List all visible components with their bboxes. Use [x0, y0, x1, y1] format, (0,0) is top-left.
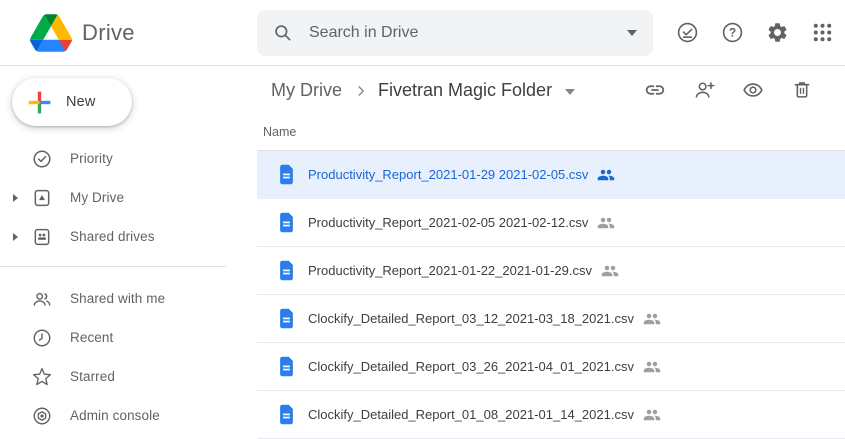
shareddrives-icon: [32, 227, 52, 247]
csv-file-icon: [278, 260, 295, 281]
recent-icon: [32, 328, 52, 348]
sidebar-item-priority[interactable]: Priority: [0, 139, 257, 178]
file-name: Clockify_Detailed_Report_03_26_2021-04_0…: [308, 359, 634, 374]
file-name: Productivity_Report_2021-02-05 2021-02-1…: [308, 215, 588, 230]
sidebar-item-starred[interactable]: Starred: [0, 357, 257, 396]
app-title: Drive: [82, 20, 135, 46]
file-row[interactable]: Clockify_Detailed_Report_03_26_2021-04_0…: [257, 343, 845, 391]
sidebar-item-label: Admin console: [70, 408, 160, 423]
breadcrumb: My Drive Fivetran Magic Folder: [257, 66, 845, 114]
priority-icon: [32, 149, 52, 169]
file-list: Productivity_Report_2021-01-29 2021-02-0…: [257, 151, 845, 439]
file-row[interactable]: Clockify_Detailed_Report_03_12_2021-03_1…: [257, 295, 845, 343]
sidebar-item-label: Starred: [70, 369, 115, 384]
file-row[interactable]: Productivity_Report_2021-01-29 2021-02-0…: [257, 151, 845, 199]
csv-file-icon: [278, 212, 295, 233]
starred-icon: [32, 367, 52, 387]
offline-check-icon[interactable]: [676, 21, 699, 44]
search-bar[interactable]: [257, 10, 653, 56]
multicolor-plus-icon: [25, 88, 54, 117]
mydrive-icon: [32, 188, 52, 208]
expand-arrow-icon[interactable]: [8, 194, 22, 202]
file-row[interactable]: Productivity_Report_2021-02-05 2021-02-1…: [257, 199, 845, 247]
file-row[interactable]: Productivity_Report_2021-01-22_2021-01-2…: [257, 247, 845, 295]
sidebar-item-my-drive[interactable]: My Drive: [0, 178, 257, 217]
sidebar-item-label: Shared drives: [70, 229, 155, 244]
csv-file-icon: [278, 164, 295, 185]
file-name: Productivity_Report_2021-01-29 2021-02-0…: [308, 167, 588, 182]
new-button[interactable]: New: [12, 78, 132, 126]
eye-icon[interactable]: [742, 79, 764, 101]
shared-people-icon: [643, 310, 661, 328]
search-options-caret-icon[interactable]: [627, 30, 637, 36]
person-add-icon[interactable]: [693, 79, 715, 101]
admin-icon: [32, 406, 52, 426]
column-header-name[interactable]: Name: [257, 114, 845, 151]
top-action-icons: [676, 21, 834, 44]
gear-icon[interactable]: [766, 21, 789, 44]
search-input[interactable]: [309, 24, 627, 42]
sidebar-item-label: My Drive: [70, 190, 124, 205]
expand-arrow-icon[interactable]: [8, 233, 22, 241]
new-button-label: New: [66, 94, 96, 110]
sidebar-item-shared-drives[interactable]: Shared drives: [0, 217, 257, 256]
sidebar-item-shared-with-me[interactable]: Shared with me: [0, 279, 257, 318]
sidebar-item-label: Priority: [70, 151, 113, 166]
file-name: Clockify_Detailed_Report_03_12_2021-03_1…: [308, 311, 634, 326]
file-browser: My Drive Fivetran Magic Folder Name Prod…: [257, 66, 845, 439]
sidebar-item-recent[interactable]: Recent: [0, 318, 257, 357]
search-icon: [273, 23, 293, 43]
sidebar-item-label: Shared with me: [70, 291, 165, 306]
link-icon[interactable]: [644, 79, 666, 101]
folder-menu-caret-icon[interactable]: [565, 89, 575, 95]
folder-action-icons: [644, 79, 813, 101]
sidebar-item-admin-console[interactable]: Admin console: [0, 396, 257, 435]
sharedwithme-icon: [32, 289, 52, 309]
file-name: Clockify_Detailed_Report_01_08_2021-01_1…: [308, 407, 634, 422]
trash-icon[interactable]: [791, 79, 813, 101]
csv-file-icon: [278, 308, 295, 329]
chevron-right-icon: [352, 82, 370, 100]
sidebar-item-label: Recent: [70, 330, 113, 345]
apps-grid-icon[interactable]: [811, 21, 834, 44]
shared-people-icon: [597, 214, 615, 232]
breadcrumb-my-drive[interactable]: My Drive: [271, 80, 342, 101]
sidebar-nav: Priority My Drive Shared drives Shared w…: [0, 139, 257, 435]
google-drive-app: Drive New Priority: [0, 0, 845, 439]
breadcrumb-current-folder[interactable]: Fivetran Magic Folder: [378, 80, 552, 101]
shared-people-icon: [597, 166, 615, 184]
file-name: Productivity_Report_2021-01-22_2021-01-2…: [308, 263, 592, 278]
file-row[interactable]: Clockify_Detailed_Report_01_08_2021-01_1…: [257, 391, 845, 439]
shared-people-icon: [643, 358, 661, 376]
top-bar: Drive: [0, 0, 845, 66]
drive-logo[interactable]: Drive: [0, 14, 257, 52]
help-icon[interactable]: [721, 21, 744, 44]
shared-people-icon: [601, 262, 619, 280]
sidebar: New Priority My Drive Shared drives Shar…: [0, 66, 257, 439]
csv-file-icon: [278, 356, 295, 377]
shared-people-icon: [643, 406, 661, 424]
sidebar-divider: [0, 266, 226, 267]
drive-logo-icon: [30, 14, 72, 52]
csv-file-icon: [278, 404, 295, 425]
